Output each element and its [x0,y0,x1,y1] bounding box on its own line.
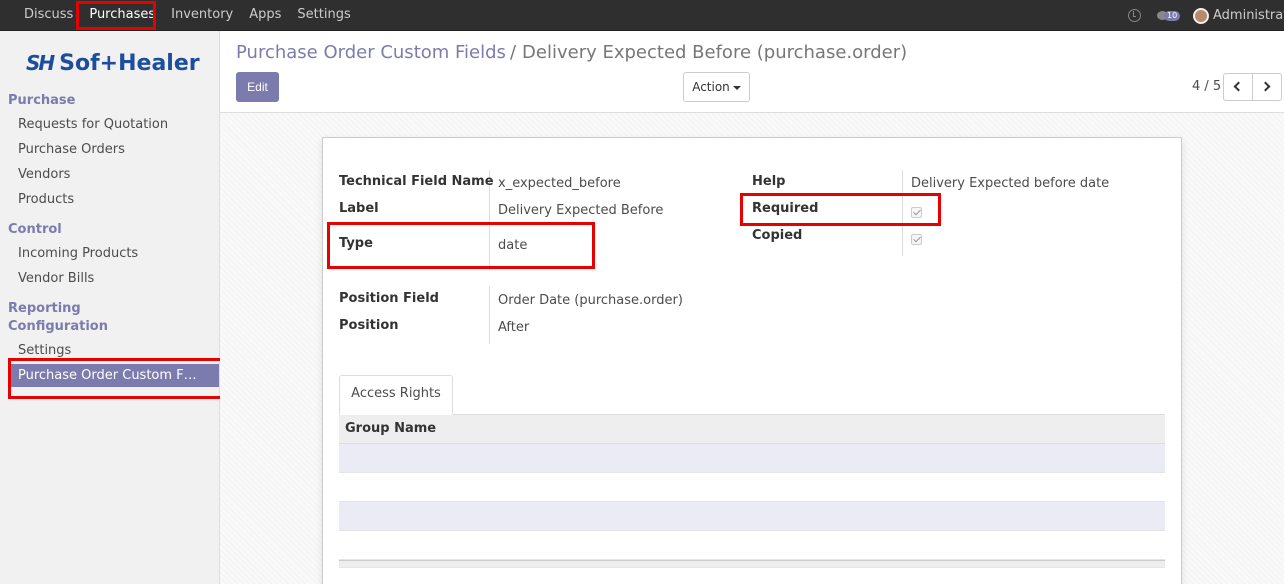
sidebar-item-vendors[interactable]: Vendors [18,167,70,182]
table-row [339,502,1165,531]
sidebar-item-requests-for-quotation[interactable]: Requests for Quotation [18,117,168,132]
pager-next-button[interactable] [1252,73,1282,101]
label-copied: Copied [752,228,803,243]
label-technical-field-name: Technical Field Name [339,174,494,189]
sidebar-item-vendor-bills[interactable]: Vendor Bills [18,271,94,286]
breadcrumb-parent[interactable]: Purchase Order Custom Fields [236,42,506,63]
breadcrumb-current: Delivery Expected Before (purchase.order… [522,42,908,63]
table-footer [339,560,1165,568]
sidebar-heading-configuration[interactable]: Configuration [8,319,108,334]
label-position: Position [339,318,399,333]
copied-checkbox [911,234,922,245]
sidebar-item-products[interactable]: Products [18,192,74,207]
sidebar-item-settings[interactable]: Settings [18,343,71,358]
menu-apps[interactable]: Apps [241,0,289,31]
logo-text: Sof+Healer [59,50,200,76]
table-row [339,444,1165,473]
activity-clock-icon[interactable] [1128,9,1141,22]
chevron-right-icon [1260,81,1271,92]
user-avatar[interactable] [1193,7,1209,24]
menu-inventory[interactable]: Inventory [163,0,241,31]
chevron-left-icon [1233,81,1244,92]
label-label: Label [339,201,379,216]
breadcrumb-separator: / [509,42,517,63]
messages-icon[interactable]: 10 [1157,9,1181,23]
sidebar-heading-purchase[interactable]: Purchase [8,93,75,108]
value-position: After [498,320,530,335]
label-help: Help [752,174,786,189]
highlight-type-field [327,222,595,269]
table-row [339,473,1165,502]
group-divider-position [489,286,490,344]
menu-discuss[interactable]: Discuss [16,0,81,31]
sidebar-heading-control[interactable]: Control [8,222,62,237]
access-rights-table-header: Group Name [339,414,1165,444]
top-navbar: Discuss Purchases Inventory Apps Setting… [0,0,1284,31]
pager-value[interactable]: 4 / 5 [1192,79,1221,94]
action-dropdown[interactable]: Action [683,72,750,102]
logo-mark: SH [26,51,55,75]
message-count-badge: 10 [1164,10,1181,21]
menu-settings[interactable]: Settings [289,0,358,31]
sidebar-item-purchase-orders[interactable]: Purchase Orders [18,142,125,157]
action-label: Action [692,80,730,94]
sidebar-item-incoming-products[interactable]: Incoming Products [18,246,138,261]
value-label: Delivery Expected Before [498,203,664,218]
caret-down-icon [732,85,741,90]
highlight-purchases-menu [76,1,156,30]
table-row [339,531,1165,560]
main-menu: Discuss Purchases Inventory Apps Setting… [16,0,359,31]
user-menu[interactable]: Administrator [1213,8,1284,23]
edit-button[interactable]: Edit [236,72,279,102]
value-help: Delivery Expected before date [911,176,1110,191]
sidebar: SH Sof+Healer Purchase Requests for Quot… [0,31,220,584]
value-technical-field-name: x_expected_before [498,176,621,191]
column-group-name[interactable]: Group Name [345,421,436,436]
highlight-custom-fields-menu [8,358,226,399]
pager-previous-button[interactable] [1223,73,1253,101]
breadcrumb: Purchase Order Custom Fields / Delivery Ex… [236,42,907,63]
highlight-required-field [740,193,941,226]
systray: 10 Administrator [1128,0,1284,31]
label-position-field: Position Field [339,291,439,306]
softhealer-logo: SH Sof+Healer [26,50,200,76]
sidebar-heading-reporting[interactable]: Reporting [8,301,81,316]
value-position-field: Order Date (purchase.order) [498,293,683,308]
tab-access-rights[interactable]: Access Rights [339,375,453,415]
